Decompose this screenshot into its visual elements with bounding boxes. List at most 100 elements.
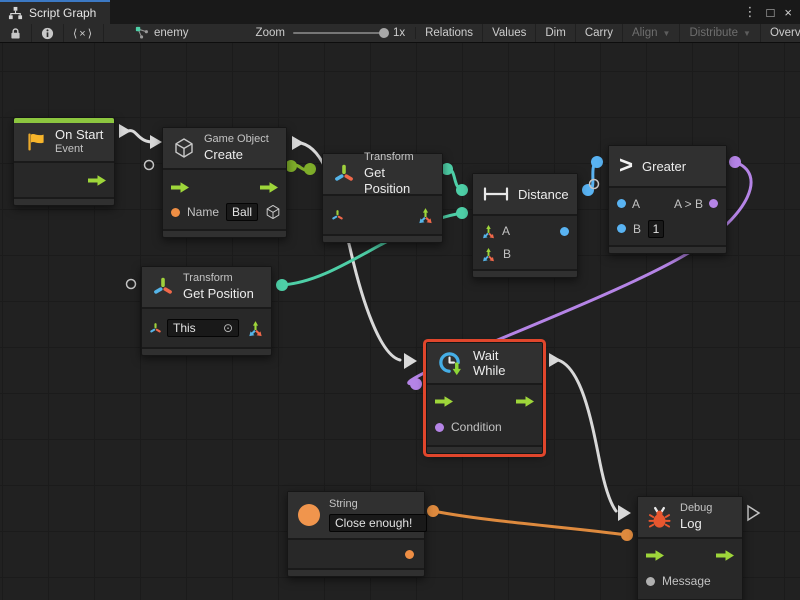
distribute-dropdown[interactable]: Distribute ▼ [680,24,761,42]
wait-clock-icon [437,350,464,377]
node-footer [14,197,114,205]
string-value-field[interactable]: Close enough! [329,514,427,532]
port-label: A > B [674,197,703,211]
gameobject-output-port[interactable] [265,204,281,220]
carry-button[interactable]: Carry [576,24,623,42]
distance-icon [483,187,509,201]
node-title: Get Position [364,165,432,198]
wire-string-to-message[interactable] [427,505,633,541]
align-dropdown[interactable]: Align ▼ [623,24,681,42]
target-field[interactable]: This ⊙ [167,319,239,337]
b-input-port[interactable] [617,224,626,233]
node-wait-while[interactable]: Wait While Condition [426,342,543,454]
node-header: > Greater [609,146,726,186]
overview-button[interactable]: Overview [761,24,800,42]
toolbar-middle-group: enemy Zoom 1x [126,24,416,42]
node-get-position[interactable]: Transform Get Position [322,153,443,243]
zoom-slider-handle[interactable] [379,28,389,38]
window-controls: ⋮ □ × [744,0,800,24]
b-value-field[interactable]: 1 [648,220,664,238]
result-output-port[interactable] [709,199,718,208]
lock-button[interactable] [0,24,32,42]
node-footer [163,229,286,237]
graph-toolbar: ⟨×⟩ enemy Zoom 1x Relations Values Dim C… [0,24,800,43]
flow-out-port[interactable] [716,550,734,561]
values-button[interactable]: Values [483,24,536,42]
distance-output-port[interactable] [560,227,569,236]
string-icon [298,504,320,526]
wire-create-gameobject-output[interactable] [285,160,316,175]
flow-out-port[interactable] [260,182,278,193]
flow-in-port[interactable] [646,550,664,561]
close-icon[interactable]: × [784,5,792,20]
vector-input-port[interactable] [481,224,496,239]
cube-icon [173,137,195,159]
port-label: B [503,247,511,261]
port-label: A [632,197,640,211]
wire-getposition-to-distance-a[interactable] [441,163,468,196]
node-greater[interactable]: > Greater A A > B B 1 [608,145,727,254]
wire-waitwhile-to-log[interactable] [549,353,631,521]
node-footer [473,269,577,277]
tab-title: Script Graph [29,6,96,20]
vector-output-port[interactable] [417,207,434,224]
condition-input-port[interactable] [435,423,444,432]
vector-output-port[interactable] [247,320,264,337]
wire-distance-to-greater-a[interactable] [582,156,603,196]
maximize-icon[interactable]: □ [767,5,775,20]
tab-strip: Script Graph ⋮ □ × [0,0,800,24]
vector-input-port[interactable] [481,247,496,262]
tab-script-graph[interactable]: Script Graph [0,0,110,24]
graph-canvas[interactable]: On Start Event Game Object Create [0,43,800,600]
graph-name: enemy [154,27,189,39]
flow-in-port[interactable] [171,182,189,193]
wire-onstart-to-create[interactable] [119,124,162,149]
port-label: B [633,222,641,236]
chevron-down-icon: ▼ [663,29,671,38]
node-on-start[interactable]: On Start Event [13,117,115,206]
transform-input-port[interactable] [331,209,344,222]
zoom-slider[interactable] [293,32,385,34]
node-footer [288,568,424,576]
graph-breadcrumb[interactable]: enemy [126,26,198,40]
node-title: Create [204,147,269,163]
node-category: String [329,498,427,512]
message-input-port[interactable] [646,577,655,586]
node-header: Transform Get Position [323,154,442,194]
node-title: Get Position [183,286,254,302]
flow-out-port[interactable] [88,175,106,186]
object-picker-icon[interactable]: ⊙ [223,320,233,336]
node-category: Debug [680,502,712,516]
a-input-port[interactable] [617,199,626,208]
inspect-button[interactable] [32,24,64,42]
node-title: Distance [518,187,569,202]
chevron-down-icon: ▼ [743,29,751,38]
window-menu-icon[interactable]: ⋮ [744,4,757,20]
node-create[interactable]: Game Object Create Name Ball [162,127,287,238]
node-distance[interactable]: Distance A B [472,173,578,278]
dim-button[interactable]: Dim [536,24,575,42]
name-input-port[interactable] [171,208,180,217]
unconnected-port-indicator [127,280,136,289]
flow-out-port[interactable] [516,396,534,407]
port-label: Condition [451,420,502,434]
toolbar-right-group: Relations Values Dim Carry Align ▼ Distr… [416,24,800,42]
unconnected-flow-indicator [748,506,759,520]
node-title: Wait While [473,348,532,378]
code-icon: ⟨×⟩ [73,27,94,40]
script-graph-window: Script Graph ⋮ □ × ⟨×⟩ enemy [0,0,800,600]
node-debug-log[interactable]: Debug Log Message [637,496,743,600]
flow-in-port[interactable] [435,396,453,407]
node-get-position-this[interactable]: Transform Get Position This ⊙ [141,266,272,356]
transform-input-port[interactable] [149,322,162,335]
code-preview-button[interactable]: ⟨×⟩ [64,24,104,42]
zoom-value: 1x [393,27,405,39]
transform-icon [152,276,174,298]
name-value-field[interactable]: Ball [226,203,258,221]
string-output-port[interactable] [405,550,414,559]
graph-network-icon [135,26,149,40]
node-string-literal[interactable]: String Close enough! [287,491,425,577]
greater-icon: > [619,154,633,178]
node-header: String Close enough! [288,492,424,538]
relations-button[interactable]: Relations [416,24,483,42]
